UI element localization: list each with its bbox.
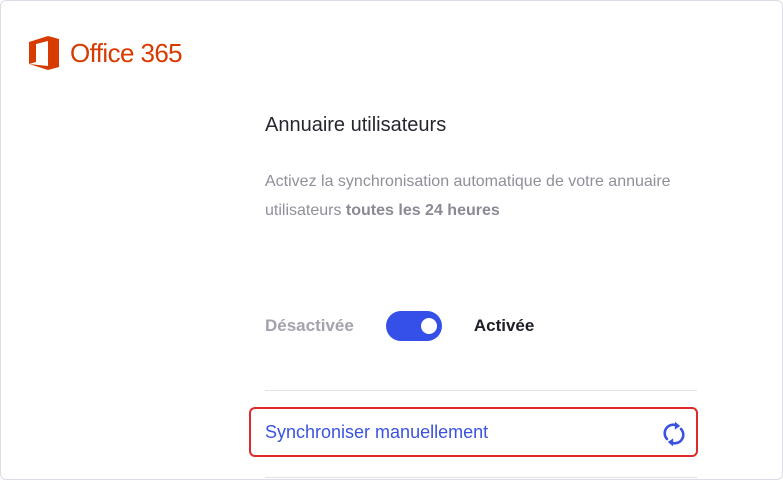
section-description: Activez la synchronisation automatique d… xyxy=(265,167,705,225)
toggle-knob xyxy=(420,318,437,334)
settings-card: Office 365 Annuaire utilisateurs Activez… xyxy=(0,0,783,480)
divider xyxy=(265,390,697,391)
manual-sync-label: Synchroniser manuellement xyxy=(265,422,489,442)
sync-toggle-row: Désactivée Activée xyxy=(265,311,534,341)
section-title: Annuaire utilisateurs xyxy=(265,114,447,136)
office-icon xyxy=(29,36,59,70)
office365-logo: Office 365 xyxy=(27,35,183,71)
bottom-divider xyxy=(265,477,697,478)
toggle-off-label: Désactivée xyxy=(265,316,354,335)
description-bold-text: toutes les 24 heures xyxy=(345,202,500,219)
office365-logo-text: Office 365 xyxy=(70,37,183,68)
toggle-on-label: Activée xyxy=(473,316,535,335)
auto-sync-toggle[interactable] xyxy=(385,311,442,341)
sync-icon xyxy=(663,421,685,447)
manual-sync-button[interactable]: Synchroniser manuellement xyxy=(249,407,698,457)
